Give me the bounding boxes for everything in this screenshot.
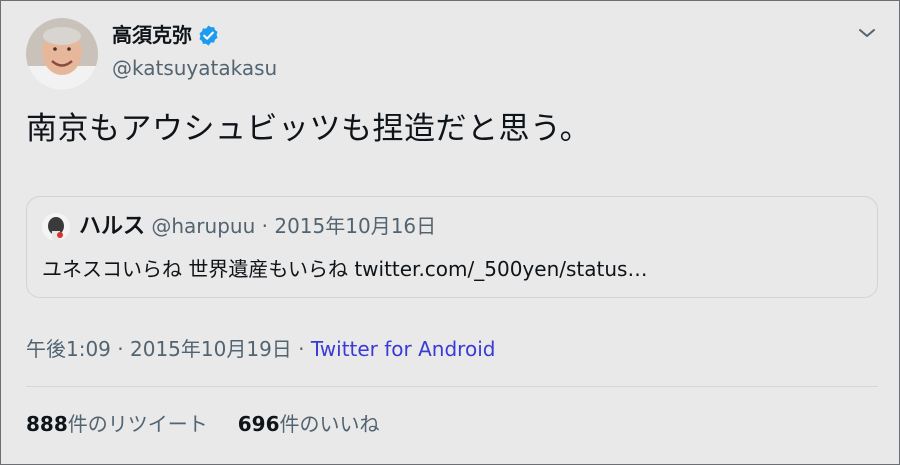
author-avatar[interactable] bbox=[26, 18, 98, 90]
meta-separator: · bbox=[117, 337, 124, 361]
retweet-label: 件のリツイート bbox=[67, 412, 208, 436]
divider bbox=[26, 386, 878, 387]
quoted-display-name[interactable]: ハルス bbox=[79, 214, 145, 239]
tweet-date[interactable]: 2015年10月19日 bbox=[130, 337, 292, 361]
quoted-author-avatar[interactable] bbox=[42, 213, 70, 241]
tweet-source-link[interactable]: Twitter for Android bbox=[311, 337, 496, 361]
retweet-count: 888 bbox=[26, 412, 68, 436]
quoted-date[interactable]: 2015年10月16日 bbox=[274, 214, 436, 238]
chevron-down-icon[interactable] bbox=[856, 25, 878, 41]
quoted-tweet[interactable]: ハルス @harupuu · 2015年10月16日 ユネスコいらね 世界遺産も… bbox=[26, 196, 878, 298]
like-label: 件のいいね bbox=[279, 412, 380, 436]
retweet-stat[interactable]: 888件のリツイート bbox=[26, 409, 208, 439]
quoted-header: ハルス @harupuu · 2015年10月16日 bbox=[79, 211, 436, 242]
tweet-time[interactable]: 午後1:09 bbox=[26, 337, 111, 361]
author-name-text[interactable]: 高須克弥 bbox=[112, 22, 192, 48]
tweet-text: 南京もアウシュビッツも捏造だと思う。 bbox=[26, 111, 592, 147]
tweet-card: 高須克弥 @katsuyatakasu 南京もアウシュビッツも捏造だと思う。 ハ… bbox=[0, 0, 900, 465]
tweet-stats: 888件のリツイート 696件のいいね bbox=[26, 409, 380, 439]
quoted-text: ユネスコいらね 世界遺産もいらね twitter.com/_500yen/sta… bbox=[42, 257, 648, 281]
author-handle[interactable]: @katsuyatakasu bbox=[112, 55, 277, 81]
like-stat[interactable]: 696件のいいね bbox=[238, 409, 380, 439]
quoted-handle[interactable]: @harupuu bbox=[151, 214, 255, 238]
like-count: 696 bbox=[237, 412, 280, 436]
tweet-meta: 午後1:09 · 2015年10月19日 · Twitter for Andro… bbox=[26, 334, 495, 364]
verified-badge-icon bbox=[199, 24, 218, 46]
author-display-name[interactable]: 高須克弥 bbox=[112, 22, 220, 48]
meta-separator-2: · bbox=[298, 337, 305, 361]
quoted-separator: · bbox=[261, 214, 268, 238]
